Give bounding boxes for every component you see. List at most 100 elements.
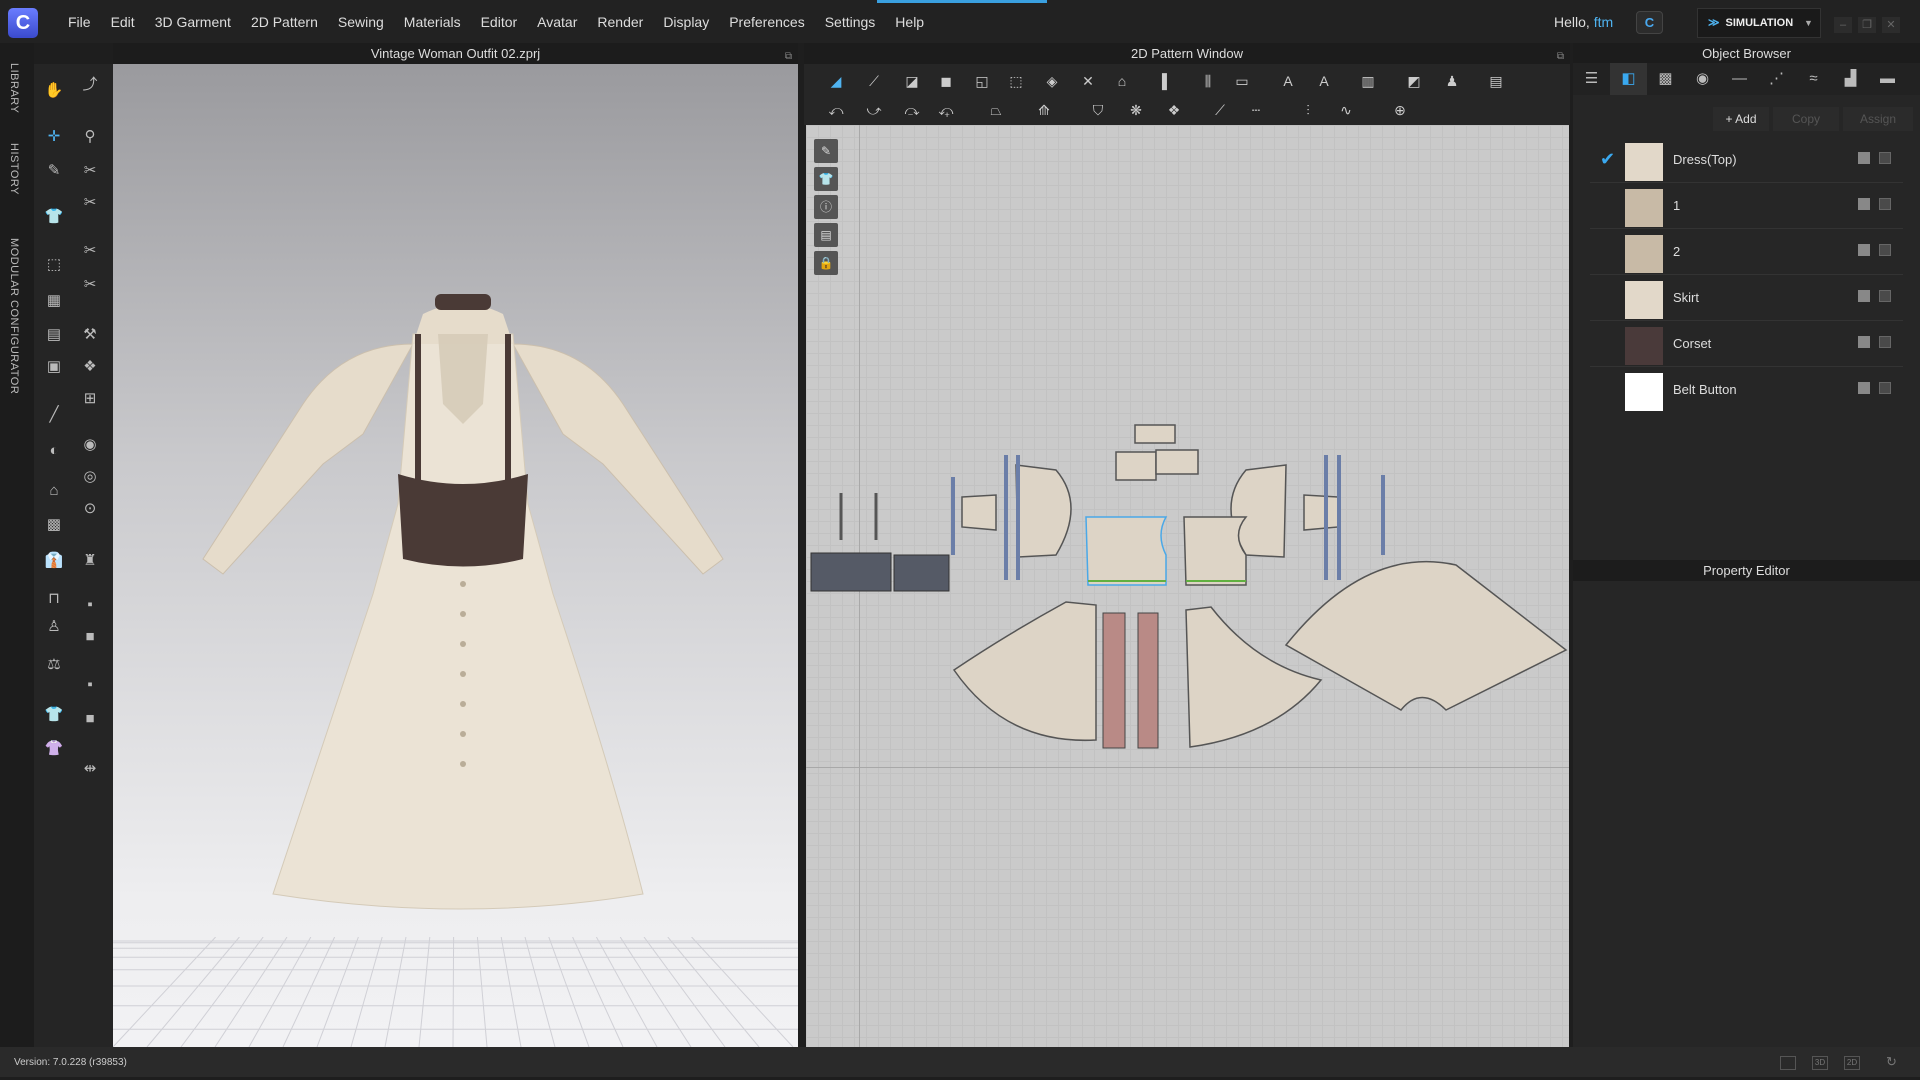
list-item[interactable]: ✔ Dress(Top)	[1590, 137, 1903, 183]
menu-help[interactable]: Help	[885, 14, 934, 30]
pattern-tool-icon[interactable]: ♟	[1440, 70, 1464, 92]
layer-icon[interactable]: ▪	[78, 674, 102, 696]
menu-preferences[interactable]: Preferences	[719, 14, 814, 30]
tab-modular-configurator[interactable]: MODULAR CONFIGURATOR	[8, 238, 20, 394]
texture-icon[interactable]: ▩	[1647, 63, 1684, 95]
transform-icon[interactable]: ✛	[42, 126, 66, 148]
3d-view-button[interactable]: 3D	[1812, 1056, 1828, 1070]
mannequin-icon[interactable]: ♜	[78, 550, 102, 572]
shirt-icon[interactable]: 👔	[42, 550, 66, 572]
puckering-icon[interactable]: ▩	[42, 514, 66, 536]
shirt2-icon[interactable]: 👚	[42, 738, 66, 760]
pattern-tool-icon[interactable]: ⊕	[1388, 99, 1412, 121]
pattern-tool-icon[interactable]: ⫼	[1196, 70, 1220, 92]
pattern-tool-icon[interactable]: ┄	[1244, 99, 1268, 121]
split-icon[interactable]: ⇹	[78, 758, 102, 780]
apply-icon[interactable]	[1858, 152, 1870, 164]
username[interactable]: ftm	[1594, 14, 1613, 30]
menu-sewing[interactable]: Sewing	[328, 14, 394, 30]
menu-render[interactable]: Render	[587, 14, 653, 30]
top-icon[interactable]: 👕	[42, 704, 66, 726]
arrangement-icon[interactable]: ▪	[78, 594, 102, 616]
add-button[interactable]: + Add	[1713, 107, 1769, 131]
refresh-icon[interactable]: ↻	[1886, 1054, 1897, 1070]
pattern-tool-icon[interactable]: ◢	[824, 70, 848, 92]
close-button[interactable]: ✕	[1882, 17, 1900, 33]
2d-pattern-canvas[interactable]: ✎ 👕 ⓘ ▤ 🔒	[806, 125, 1569, 1047]
select-tool-icon[interactable]: ✋	[42, 80, 66, 102]
menu-2d-pattern[interactable]: 2D Pattern	[241, 14, 328, 30]
apply-icon[interactable]	[1858, 382, 1870, 394]
grid-icon[interactable]: ⊞	[78, 388, 102, 410]
pattern-tool-icon[interactable]: ▐	[1150, 70, 1174, 92]
mode-button[interactable]: ≫ SIMULATION	[1697, 8, 1821, 38]
pattern-tool-icon[interactable]: ❋	[1124, 99, 1148, 121]
pattern-tool-icon[interactable]: ◼	[934, 70, 958, 92]
pattern-tool-icon[interactable]: ⟋	[1208, 99, 1232, 121]
pattern-tool-icon[interactable]: ❖	[1162, 99, 1186, 121]
fabric-icon[interactable]: ▦	[42, 290, 66, 312]
topstitch-icon[interactable]: ⊙	[78, 498, 102, 520]
figure-icon[interactable]: ♙	[42, 616, 66, 638]
apply-icon[interactable]	[1858, 336, 1870, 348]
garment-icon[interactable]: ▟	[1832, 63, 1869, 95]
list-item[interactable]: 1	[1590, 183, 1903, 229]
pattern-tool-icon[interactable]: ⟋	[862, 70, 886, 92]
button-icon[interactable]: ◉	[78, 434, 102, 456]
line-icon[interactable]: ╱	[42, 404, 66, 426]
apply-icon[interactable]	[1858, 198, 1870, 210]
resize-icon[interactable]: ⬚	[42, 254, 66, 276]
list-item[interactable]: Corset	[1590, 321, 1903, 367]
menu-3d-garment[interactable]: 3D Garment	[145, 14, 241, 30]
pattern-tool-icon[interactable]: ✕	[1076, 70, 1100, 92]
duplicate-icon[interactable]	[1879, 382, 1891, 394]
duplicate-icon[interactable]	[1879, 198, 1891, 210]
sew-icon[interactable]: ⚒	[78, 324, 102, 346]
tab-history[interactable]: HISTORY	[8, 143, 20, 195]
apply-icon[interactable]	[1858, 244, 1870, 256]
camera-icon[interactable]: ▣	[42, 356, 66, 378]
restore-button[interactable]: ❐	[1858, 17, 1876, 33]
2d-view-button[interactable]: 2D	[1844, 1056, 1860, 1070]
pattern-tool-icon[interactable]: ◱	[970, 70, 994, 92]
pattern-tool-icon[interactable]: ◪	[900, 70, 924, 92]
app-logo[interactable]: C	[8, 8, 38, 38]
pattern-tool-icon[interactable]: ⤺	[824, 99, 848, 121]
tab-library[interactable]: LIBRARY	[8, 63, 20, 113]
fabric-icon[interactable]: ◧	[1610, 63, 1647, 95]
menu-display[interactable]: Display	[653, 14, 719, 30]
pattern-tool-icon[interactable]: ▭	[1230, 70, 1254, 92]
measure-icon[interactable]: ⚖	[42, 654, 66, 676]
duplicate-icon[interactable]	[1879, 244, 1891, 256]
menu-edit[interactable]: Edit	[101, 14, 145, 30]
list-item[interactable]: 2	[1590, 229, 1903, 275]
block-icon[interactable]: ■	[78, 626, 102, 648]
list-icon[interactable]: ☰	[1573, 63, 1610, 95]
3d-viewport[interactable]	[113, 64, 798, 1047]
pattern-tool-icon[interactable]: ∿	[1334, 99, 1358, 121]
pattern-tool-icon[interactable]: A	[1312, 70, 1336, 92]
pattern-tool-icon[interactable]: ▥	[1356, 70, 1380, 92]
pattern-tool-icon[interactable]: ◈	[1040, 70, 1064, 92]
duplicate-icon[interactable]	[1879, 290, 1891, 302]
menu-settings[interactable]: Settings	[815, 14, 886, 30]
pattern-tool-icon[interactable]: ⌂	[1110, 70, 1134, 92]
zipper-icon[interactable]: ⌂	[42, 480, 66, 502]
block2-icon[interactable]: ■	[78, 708, 102, 730]
list-item[interactable]: Belt Button	[1590, 367, 1903, 413]
brush-icon[interactable]: ✎	[42, 160, 66, 182]
pattern-tool-icon[interactable]: ◩	[1402, 70, 1426, 92]
pattern-tool-icon[interactable]: ⤻	[862, 99, 886, 121]
pin-icon[interactable]: ⚲	[78, 126, 102, 148]
ruler-icon[interactable]: ▬	[1869, 63, 1906, 95]
cloud-icon[interactable]: C	[1636, 11, 1663, 34]
pattern-tool-icon[interactable]: ⏢	[984, 99, 1008, 121]
fold-tool-icon[interactable]: ⤴	[78, 74, 102, 96]
pattern-tool-icon[interactable]: ⛉	[1086, 99, 1110, 121]
menu-file[interactable]: File	[58, 14, 101, 30]
pants-icon[interactable]: ⊓	[42, 588, 66, 610]
menu-avatar[interactable]: Avatar	[527, 14, 587, 30]
pattern-tool-icon[interactable]: A	[1276, 70, 1300, 92]
tack-icon[interactable]: ✂	[78, 192, 102, 214]
assign-button[interactable]: Assign	[1843, 107, 1913, 131]
